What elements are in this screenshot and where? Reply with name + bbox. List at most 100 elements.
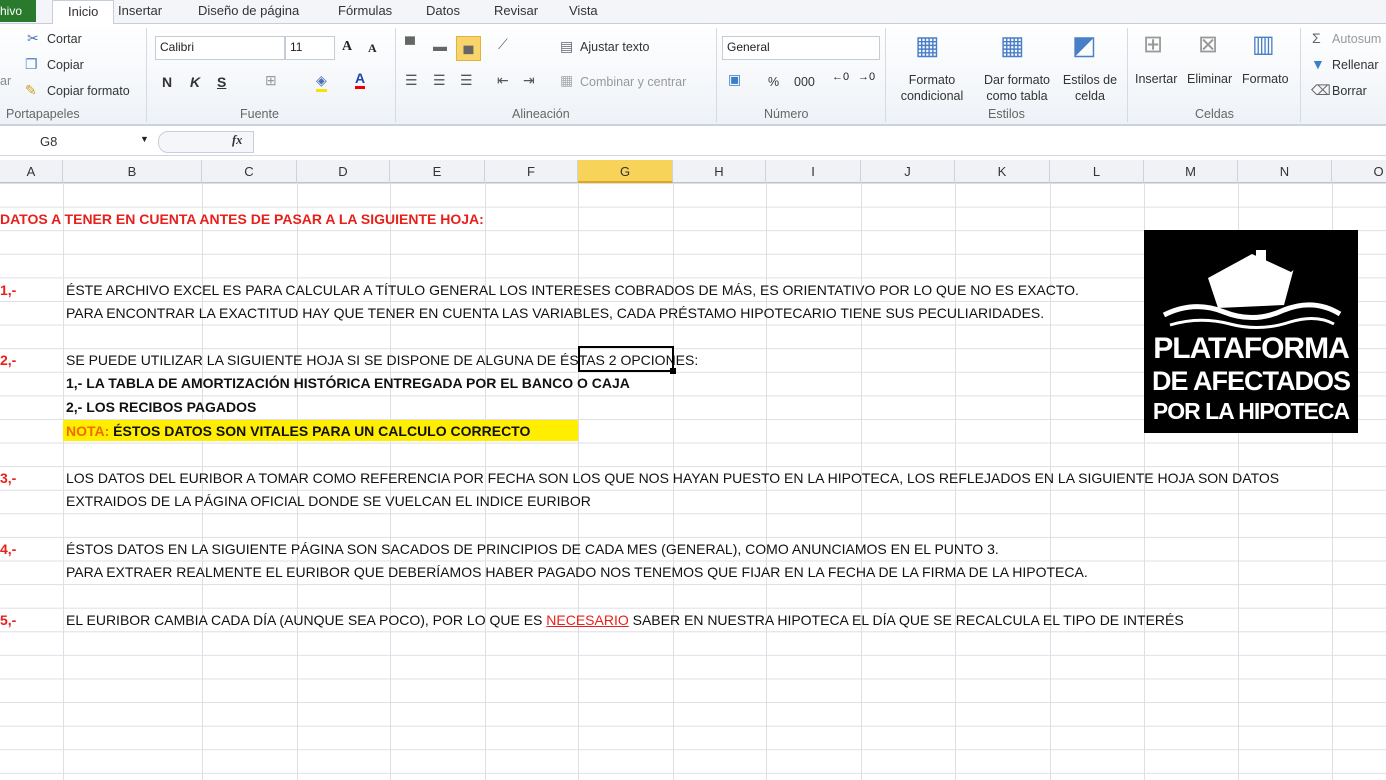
align-bottom-icon[interactable]: ▄	[456, 36, 481, 61]
wrap-text-icon: ▤	[560, 38, 574, 54]
tab-formulas[interactable]: Fórmulas	[338, 3, 392, 18]
number-format-select[interactable]: General	[722, 36, 880, 60]
tab-datos[interactable]: Datos	[426, 3, 460, 18]
merge-icon: ▦	[560, 72, 574, 88]
tab-revisar[interactable]: Revisar	[494, 3, 538, 18]
fill-button[interactable]: Rellenar	[1332, 58, 1379, 72]
item-1-line-1: ÉSTE ARCHIVO EXCEL ES PARA CALCULAR A TÍ…	[66, 282, 1079, 298]
font-size-select[interactable]: 11	[285, 36, 335, 60]
column-header-a[interactable]: A	[0, 160, 63, 183]
item-5-line-1: EL EURIBOR CAMBIA CADA DÍA (AUNQUE SEA P…	[66, 612, 1184, 628]
column-header-m[interactable]: M	[1144, 160, 1238, 183]
decrease-indent-icon[interactable]: ⇤	[497, 72, 509, 89]
item-number-3: 3,-	[0, 470, 17, 486]
accounting-format-icon[interactable]: ▣	[728, 71, 741, 88]
tab-vista[interactable]: Vista	[569, 3, 598, 18]
group-label-font: Fuente	[240, 107, 279, 121]
tab-insertar[interactable]: Insertar	[118, 3, 162, 18]
copy-icon: ❐	[25, 56, 38, 72]
align-middle-icon[interactable]: ▬	[433, 38, 447, 54]
column-header-o[interactable]: O	[1332, 160, 1386, 183]
grow-font-icon[interactable]: A	[342, 39, 352, 55]
item-1-line-2: PARA ENCONTRAR LA EXACTITUD HAY QUE TENE…	[66, 305, 1045, 321]
column-header-b[interactable]: B	[63, 160, 202, 183]
ribbon: ar ✂ Cortar ❐ Copiar ✎ Copiar formato Po…	[0, 24, 1386, 126]
increase-indent-icon[interactable]: ⇥	[523, 72, 535, 89]
font-name-select[interactable]: Calibri	[155, 36, 285, 60]
fill-icon: ▼	[1311, 56, 1325, 72]
tab-file[interactable]: hivo	[0, 0, 36, 22]
column-header-d[interactable]: D	[297, 160, 390, 183]
item-2-option-1: 1,- LA TABLA DE AMORTIZACIÓN HISTÓRICA E…	[66, 375, 630, 391]
wrap-text-button[interactable]: Ajustar texto	[580, 40, 649, 54]
column-header-g[interactable]: G	[578, 160, 673, 183]
item-3-line-2: EXTRAIDOS DE LA PÁGINA OFICIAL DONDE SE …	[66, 493, 591, 509]
eraser-icon: ⌫	[1311, 82, 1331, 98]
column-header-k[interactable]: K	[955, 160, 1050, 183]
cell-styles-button[interactable]: Estilos de celda	[1058, 72, 1122, 104]
pah-logo: PLATAFORMA DE AFECTADOS POR LA HIPOTECA	[1144, 230, 1358, 433]
merge-center-button[interactable]: Combinar y centrar	[580, 75, 686, 89]
column-header-i[interactable]: I	[766, 160, 861, 183]
decrease-decimal-icon[interactable]: →0	[858, 71, 875, 83]
selected-cell-g8[interactable]	[578, 346, 674, 372]
delete-cells-icon: ⊠	[1198, 31, 1219, 58]
tab-inicio[interactable]: Inicio	[52, 0, 115, 25]
format-as-table-icon: ▦	[1000, 30, 1025, 60]
cut-button[interactable]: Cortar	[47, 32, 82, 46]
fx-icon[interactable]: fx	[232, 133, 242, 148]
scissors-icon: ✂	[27, 30, 39, 46]
align-center-icon[interactable]: ☰	[433, 72, 446, 89]
nota-highlight: NOTA: ÉSTOS DATOS SON VITALES PARA UN CA…	[63, 420, 578, 441]
delete-cells-button[interactable]: Eliminar	[1187, 72, 1232, 86]
cell-styles-icon: ◩	[1072, 30, 1097, 60]
group-label-cells: Celdas	[1195, 107, 1234, 121]
column-header-f[interactable]: F	[485, 160, 578, 183]
ribbon-tabs: hivo Inicio Insertar Diseño de página Fó…	[0, 0, 1386, 25]
thousands-button[interactable]: 000	[794, 75, 815, 89]
format-painter-button[interactable]: Copiar formato	[47, 84, 130, 98]
item-2-option-2: 2,- LOS RECIBOS PAGADOS	[66, 399, 257, 415]
bold-button[interactable]: N	[162, 74, 172, 90]
align-left-icon[interactable]: ☰	[405, 72, 418, 89]
autosum-button[interactable]: Autosum	[1332, 32, 1381, 46]
italic-button[interactable]: K	[190, 74, 200, 90]
item-4-line-2: PARA EXTRAER REALMENTE EL EURIBOR QUE DE…	[66, 564, 1088, 580]
copy-button[interactable]: Copiar	[47, 58, 84, 72]
column-header-n[interactable]: N	[1238, 160, 1332, 183]
conditional-format-button[interactable]: Formato condicional	[894, 72, 970, 104]
column-header-c[interactable]: C	[202, 160, 297, 183]
format-painter-icon: ✎	[25, 82, 37, 98]
column-header-e[interactable]: E	[390, 160, 485, 183]
insert-cells-button[interactable]: Insertar	[1135, 72, 1177, 86]
align-right-icon[interactable]: ☰	[460, 72, 473, 89]
chevron-down-icon[interactable]: ▼	[140, 134, 149, 144]
column-header-h[interactable]: H	[673, 160, 766, 183]
format-cells-button[interactable]: Formato	[1242, 72, 1289, 86]
fill-handle[interactable]	[670, 368, 676, 374]
increase-decimal-icon[interactable]: ←0	[832, 71, 849, 83]
item-4-line-1: ÉSTOS DATOS EN LA SIGUIENTE PÁGINA SON S…	[66, 541, 999, 557]
item-number-2: 2,-	[0, 352, 17, 368]
underline-button[interactable]: S	[217, 74, 226, 90]
font-color-icon[interactable]: A	[355, 70, 366, 89]
fill-color-icon[interactable]: ◈	[316, 72, 327, 92]
format-as-table-button[interactable]: Dar formato como tabla	[978, 72, 1056, 104]
column-header-j[interactable]: J	[861, 160, 955, 183]
autosum-icon: Σ	[1312, 30, 1321, 46]
group-label-styles: Estilos	[988, 107, 1025, 121]
orientation-icon[interactable]: ⟋	[498, 36, 508, 53]
name-box[interactable]: G8	[40, 134, 57, 149]
tab-diseno-pagina[interactable]: Diseño de página	[198, 3, 299, 18]
column-header-l[interactable]: L	[1050, 160, 1144, 183]
shrink-font-icon[interactable]: A	[368, 41, 377, 56]
formula-bar: G8 ▼ fx	[0, 128, 1386, 156]
percent-button[interactable]: %	[768, 75, 779, 89]
item-number-5: 5,-	[0, 612, 17, 628]
align-top-icon[interactable]: ▀	[405, 36, 415, 52]
item-number-4: 4,-	[0, 541, 17, 557]
paste-button[interactable]: ar	[0, 74, 11, 88]
clear-button[interactable]: Borrar	[1332, 84, 1367, 98]
group-label-alignment: Alineación	[512, 107, 570, 121]
borders-icon[interactable]: ⊞	[265, 72, 277, 89]
